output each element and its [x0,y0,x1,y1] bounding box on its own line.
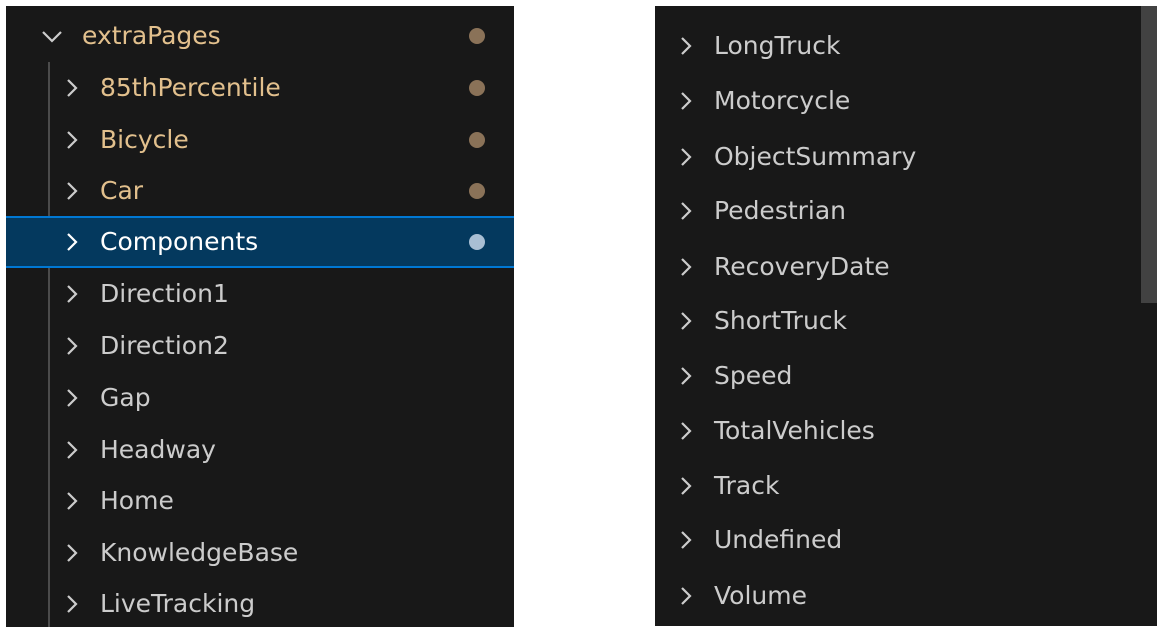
tree-folder-extrapages[interactable]: extraPages [6,10,514,62]
tree-item-volume[interactable]: Volume [655,570,1157,622]
tree-item-objectsummary[interactable]: ObjectSummary [655,131,1157,183]
modified-dot-icon [469,234,485,250]
chevron-right-icon[interactable] [64,128,80,152]
chevron-down-icon[interactable] [40,26,64,46]
tree-item-label: Direction1 [100,279,229,308]
tree-item-label: ShortTruck [714,306,848,335]
chevron-right-icon[interactable] [678,419,694,443]
tree-item-label: ObjectSummary [714,142,917,171]
tree-item-label: Bicycle [100,125,189,154]
tree-item-label: extraPages [82,21,221,50]
chevron-right-icon[interactable] [64,334,80,358]
tree-item-direction2[interactable]: Direction2 [6,320,514,372]
tree-item-totalvehicles[interactable]: TotalVehicles [655,405,1157,457]
tree-item-longtruck[interactable]: LongTruck [655,20,1157,72]
tree-item-label: Pedestrian [714,196,847,225]
tree-item-label: LiveTracking [100,589,256,618]
tree-item-label: Volume [714,581,807,610]
tree-item-label: Track [714,471,780,500]
explorer-tree-right: g LongTruck Motorcycle ObjectSummary Ped… [655,6,1157,626]
tree-item-label: Speed [714,361,793,390]
modified-dot-icon [469,80,485,96]
modified-dot-icon [469,132,485,148]
chevron-right-icon[interactable] [64,386,80,410]
tree-item-label: LongTruck [714,31,841,60]
tree-item-bicycle[interactable]: Bicycle [6,114,514,166]
tree-item-shorttruck[interactable]: ShortTruck [655,295,1157,347]
tree-item-livetracking[interactable]: LiveTracking [6,578,514,627]
chevron-right-icon[interactable] [64,230,80,254]
modified-dot-icon [469,28,485,44]
chevron-right-icon[interactable] [678,309,694,333]
tree-item-label: Gap [100,383,151,412]
tree-item-label: KnowledgeBase [100,538,299,567]
chevron-right-icon[interactable] [64,541,80,565]
tree-item-label: Motorcycle [714,86,851,115]
tree-item-label: TotalVehicles [714,416,875,445]
tree-item-car[interactable]: Car [6,165,514,217]
tree-item-gap[interactable]: Gap [6,372,514,424]
chevron-right-icon[interactable] [678,474,694,498]
clipped-row-fragment: g [714,6,730,14]
chevron-right-icon[interactable] [678,145,694,169]
chevron-right-icon[interactable] [64,438,80,462]
chevron-right-icon[interactable] [678,584,694,608]
tree-item-label: Components [100,227,259,256]
tree-item-label: 85thPercentile [100,73,281,102]
tree-item-undefined[interactable]: Undefined [655,514,1157,566]
tree-item-components[interactable]: Components [6,216,514,268]
explorer-tree-left: extraPages 85thPercentile Bicycle Car Co… [6,6,514,627]
chevron-right-icon[interactable] [64,179,80,203]
tree-item-pedestrian[interactable]: Pedestrian [655,185,1157,237]
tree-item-label: Headway [100,435,216,464]
tree-item-headway[interactable]: Headway [6,424,514,476]
tree-item-track[interactable]: Track [655,460,1157,512]
chevron-right-icon[interactable] [64,489,80,513]
tree-item-home[interactable]: Home [6,475,514,527]
modified-dot-icon [469,183,485,199]
chevron-right-icon[interactable] [678,255,694,279]
chevron-right-icon[interactable] [678,89,694,113]
tree-item-speed[interactable]: Speed [655,350,1157,402]
chevron-right-icon[interactable] [64,592,80,616]
tree-item-motorcycle[interactable]: Motorcycle [655,75,1157,127]
tree-item-knowledgebase[interactable]: KnowledgeBase [6,527,514,579]
tree-item-label: Home [100,486,174,515]
tree-item-85thpercentile[interactable]: 85thPercentile [6,62,514,114]
tree-item-label: Undefined [714,525,843,554]
tree-item-direction1[interactable]: Direction1 [6,268,514,320]
tree-item-label: Car [100,176,144,205]
chevron-right-icon[interactable] [678,34,694,58]
chevron-right-icon[interactable] [678,528,694,552]
tree-item-label: Direction2 [100,331,229,360]
chevron-right-icon[interactable] [678,199,694,223]
chevron-right-icon[interactable] [678,364,694,388]
chevron-right-icon[interactable] [64,76,80,100]
chevron-right-icon[interactable] [64,282,80,306]
tree-item-recoverydate[interactable]: RecoveryDate [655,241,1157,293]
tree-item-label: RecoveryDate [714,252,890,281]
